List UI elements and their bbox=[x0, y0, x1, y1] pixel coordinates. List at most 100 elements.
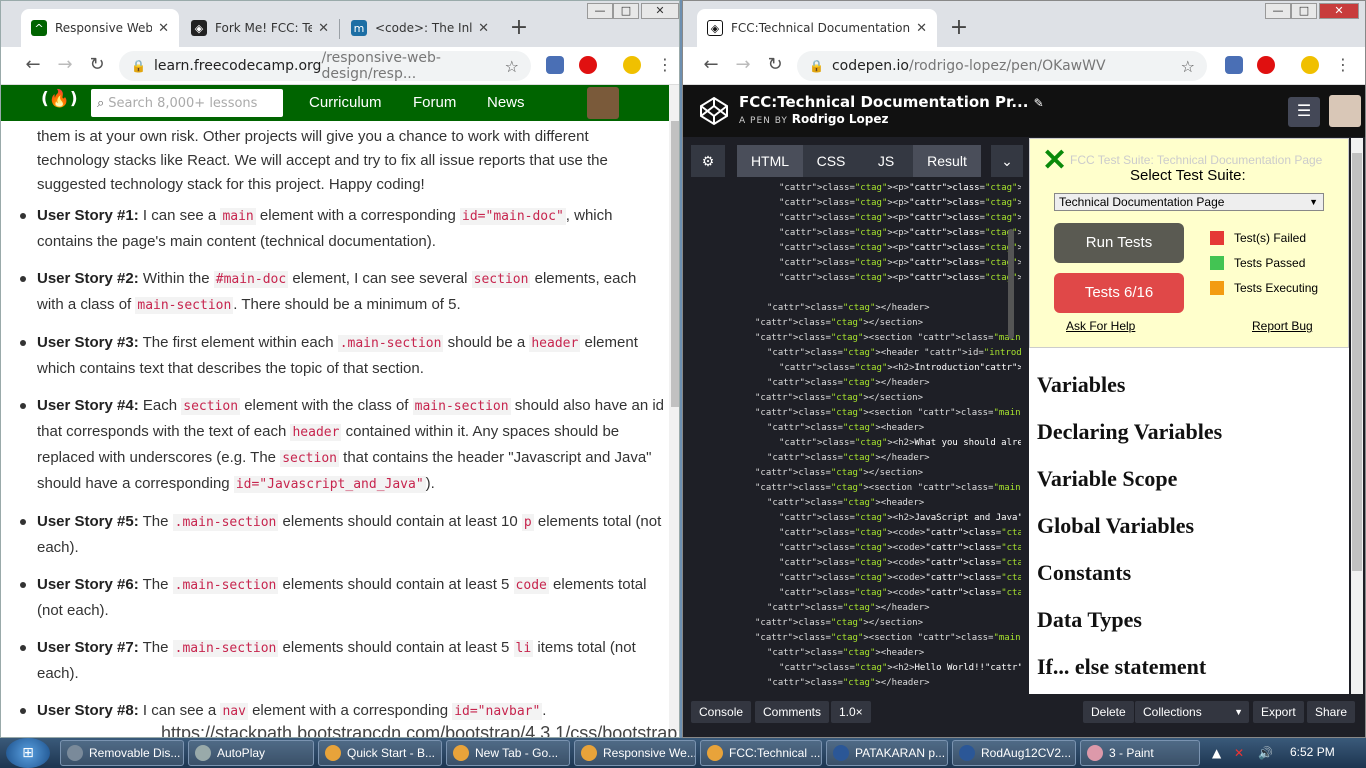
forward-icon[interactable]: → bbox=[731, 53, 755, 77]
editor-scrollbar[interactable] bbox=[1008, 229, 1014, 339]
back-icon[interactable]: ← bbox=[699, 53, 723, 77]
taskbar-button[interactable]: 3 - Paint bbox=[1080, 740, 1200, 766]
clock[interactable]: 6:52 PM bbox=[1290, 745, 1335, 759]
reload-icon[interactable]: ↻ bbox=[85, 53, 109, 77]
taskbar-button[interactable]: Responsive We... bbox=[574, 740, 696, 766]
star-icon[interactable]: ☆ bbox=[505, 57, 519, 76]
taskbar-button[interactable]: PATAKARAN p... bbox=[826, 740, 948, 766]
maximize-button[interactable]: □ bbox=[1291, 3, 1317, 19]
minimize-button[interactable]: — bbox=[587, 3, 613, 19]
result-heading: Declaring Variables bbox=[1037, 419, 1223, 444]
taskbar-button[interactable]: RodAug12CV2... bbox=[952, 740, 1076, 766]
volume-icon[interactable]: 🔊 bbox=[1258, 746, 1273, 760]
taskbar-button[interactable]: New Tab - Go... bbox=[446, 740, 570, 766]
taskbar-button[interactable]: AutoPlay bbox=[188, 740, 314, 766]
nav-curriculum[interactable]: Curriculum bbox=[309, 94, 382, 111]
close-icon[interactable]: ✕ bbox=[916, 21, 927, 36]
zoom-button[interactable]: 1.0× bbox=[831, 701, 871, 723]
tab-code-element[interactable]: m <code>: The Inlin ✕ bbox=[341, 9, 499, 47]
author-name[interactable]: Rodrigo Lopez bbox=[792, 112, 889, 126]
settings-gear-icon[interactable]: ⚙ bbox=[691, 145, 725, 177]
console-button[interactable]: Console bbox=[691, 701, 752, 723]
test-suite-select[interactable]: ▼ Technical Documentation Page bbox=[1054, 193, 1324, 211]
user-story: User Story #8: I can see a nav element w… bbox=[20, 698, 665, 724]
network-icon[interactable]: ✕ bbox=[1234, 746, 1244, 760]
close-window-button[interactable]: ✕ bbox=[641, 3, 679, 19]
close-icon[interactable]: ✕ bbox=[1042, 143, 1067, 178]
shield-icon[interactable] bbox=[1225, 56, 1243, 74]
avatar[interactable] bbox=[1329, 95, 1361, 127]
minimize-button[interactable]: — bbox=[1265, 3, 1291, 19]
tests-result-button[interactable]: Tests 6/16 bbox=[1054, 273, 1184, 313]
avatar[interactable] bbox=[587, 87, 619, 119]
inline-code: id="main-doc" bbox=[460, 208, 566, 225]
nav-forum[interactable]: Forum bbox=[413, 94, 456, 111]
close-window-button[interactable]: ✕ bbox=[1319, 3, 1359, 19]
taskbar-button[interactable]: FCC:Technical ... bbox=[700, 740, 822, 766]
tab-fork-me[interactable]: ◈ Fork Me! FCC: Tes ✕ bbox=[181, 9, 339, 47]
close-icon[interactable]: ✕ bbox=[158, 21, 169, 36]
back-icon[interactable]: ← bbox=[21, 53, 45, 77]
shield-icon[interactable] bbox=[546, 56, 564, 74]
layout-menu-icon[interactable]: ☰ bbox=[1288, 97, 1320, 127]
taskbar-label: New Tab - Go... bbox=[475, 746, 559, 760]
tab-title: FCC:Technical Documentation Pr bbox=[731, 21, 911, 35]
run-tests-button[interactable]: Run Tests bbox=[1054, 223, 1184, 263]
forward-icon[interactable]: → bbox=[53, 53, 77, 77]
code-line: "cattr">class="ctag"><h2>Introduction"ca… bbox=[779, 363, 1021, 373]
code-line: "cattr">class="ctag"></header> bbox=[767, 303, 930, 313]
pen-title[interactable]: FCC:Technical Documentation Pr... ✎ bbox=[739, 93, 1044, 111]
taskbar-button[interactable]: Removable Dis... bbox=[60, 740, 184, 766]
collections-button[interactable]: Collections ▼ bbox=[1135, 701, 1249, 723]
menu-icon[interactable]: ⋮ bbox=[653, 53, 677, 77]
opera-icon[interactable] bbox=[1257, 56, 1275, 74]
close-icon[interactable]: ✕ bbox=[478, 21, 489, 36]
html-code-editor[interactable]: "cattr">class="ctag"><p>"cattr">class="c… bbox=[691, 181, 1021, 693]
tab-js[interactable]: JS bbox=[859, 145, 913, 177]
extension-icon[interactable] bbox=[623, 56, 641, 74]
result-heading: If... else statement bbox=[1037, 654, 1207, 679]
pencil-icon[interactable]: ✎ bbox=[1034, 96, 1044, 110]
result-scrollbar-thumb[interactable] bbox=[1352, 153, 1362, 571]
tab-responsive-web[interactable]: ^ Responsive Web D ✕ bbox=[21, 9, 179, 47]
scrollbar-thumb[interactable] bbox=[671, 121, 679, 407]
maximize-button[interactable]: □ bbox=[613, 3, 639, 19]
result-heading: Global Variables bbox=[1037, 513, 1195, 538]
windows-taskbar: ⊞ Removable Dis... AutoPlay Quick Start - … bbox=[0, 738, 1366, 768]
right-browser-window: ◈ FCC:Technical Documentation Pr ✕ + — □… bbox=[682, 0, 1366, 738]
code-line: "cattr">class="ctag"><h2>Hello World!!"c… bbox=[779, 663, 1021, 673]
chevron-down-icon[interactable]: ⌄ bbox=[991, 145, 1023, 177]
share-button[interactable]: Share bbox=[1307, 701, 1356, 723]
search-input[interactable]: ⌕ Search 8,000+ lessons bbox=[91, 89, 283, 117]
opera-icon[interactable] bbox=[579, 56, 597, 74]
tab-html[interactable]: HTML bbox=[737, 145, 803, 177]
report-bug-link[interactable]: Report Bug bbox=[1252, 319, 1313, 333]
new-tab-button[interactable]: + bbox=[505, 15, 533, 43]
tab-css[interactable]: CSS bbox=[803, 145, 859, 177]
delete-button[interactable]: Delete bbox=[1083, 701, 1134, 723]
app-icon bbox=[195, 745, 211, 761]
address-bar[interactable]: 🔒 learn.freecodecamp.org/responsive-web-… bbox=[119, 50, 531, 82]
windows-start-icon[interactable]: ⊞ bbox=[6, 738, 50, 768]
tab-result[interactable]: Result bbox=[913, 145, 981, 177]
show-hidden-icons-icon[interactable]: ▲ bbox=[1212, 746, 1221, 760]
reload-icon[interactable]: ↻ bbox=[763, 53, 787, 77]
nav-news[interactable]: News bbox=[487, 94, 525, 111]
fcc-logo[interactable]: (🔥) bbox=[41, 89, 78, 109]
extension-icon[interactable] bbox=[1301, 56, 1319, 74]
address-bar[interactable]: 🔒 codepen.io/rodrigo-lopez/pen/OKawWV ☆ bbox=[797, 51, 1207, 81]
comments-button[interactable]: Comments bbox=[755, 701, 830, 723]
export-button[interactable]: Export bbox=[1253, 701, 1304, 723]
menu-icon[interactable]: ⋮ bbox=[1331, 53, 1355, 77]
taskbar-button[interactable]: Quick Start - B... bbox=[318, 740, 442, 766]
tab-codepen[interactable]: ◈ FCC:Technical Documentation Pr ✕ bbox=[697, 9, 937, 47]
ask-for-help-link[interactable]: Ask For Help bbox=[1066, 319, 1135, 333]
challenge-description: them is at your own risk. Other projects… bbox=[1, 121, 669, 731]
new-tab-button[interactable]: + bbox=[945, 15, 973, 43]
url-domain: learn.freecodecamp.org bbox=[153, 58, 322, 74]
tab-title: Fork Me! FCC: Tes bbox=[215, 21, 313, 35]
close-icon[interactable]: ✕ bbox=[318, 21, 329, 36]
codepen-logo-icon[interactable] bbox=[699, 96, 729, 126]
lock-icon: 🔒 bbox=[809, 59, 824, 73]
star-icon[interactable]: ☆ bbox=[1181, 57, 1195, 76]
